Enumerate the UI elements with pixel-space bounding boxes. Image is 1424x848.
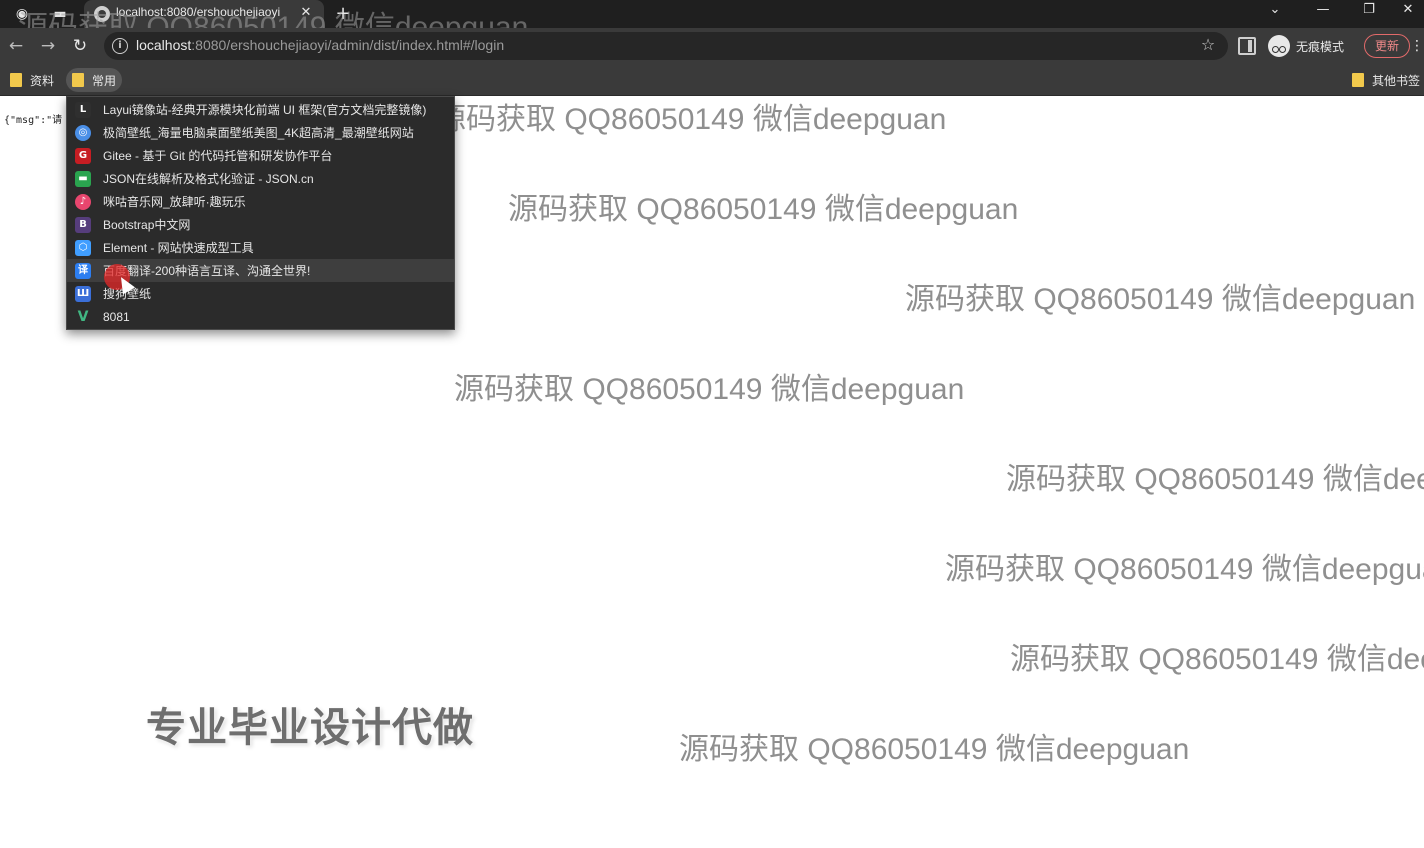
bookmark-label: 其他书签 (1372, 73, 1421, 88)
bookmark-menu-item[interactable]: L Layui镜像站-经典开源模块化前端 UI 框架(官方文档完整镜像) (67, 98, 454, 121)
watermark-text: 源码获取 QQ86050149 微信deepguan (905, 283, 1416, 316)
url-path: :8080/ershouchejiaoyi/admin/dist/index.h… (191, 37, 505, 53)
update-button[interactable]: 更新 (1364, 34, 1410, 58)
bookmark-menu-label: 极简壁纸_海量电脑桌面壁纸美图_4K超高清_最潮壁纸网站 (103, 126, 414, 140)
promo-text: 专业毕业设计代做 (146, 705, 474, 751)
watermark-text: 源码获取 QQ86050149 微信deepguan (454, 373, 965, 406)
bookmark-label: 常用 (92, 73, 117, 88)
bookmark-folder-changyong[interactable]: 常用 (66, 68, 123, 92)
watermark-text: 源码获取 QQ86050149 微信deepguan (436, 103, 947, 136)
forward-button[interactable]: → (36, 34, 60, 58)
bookmark-menu-item[interactable]: ♪ 咪咕音乐网_放肆听·趣玩乐 (67, 190, 454, 213)
incognito-label: 无痕模式 (1296, 39, 1345, 54)
migu-icon: ♪ (75, 193, 91, 210)
watermark-text: 源码获取 QQ86050149 微信deepguan (508, 193, 1019, 226)
bookmark-menu-item[interactable]: G Gitee - 基于 Git 的代码托管和研发协作平台 (67, 144, 454, 167)
bookmark-menu-label: Layui镜像站-经典开源模块化前端 UI 框架(官方文档完整镜像) (103, 103, 427, 117)
window-close-button[interactable]: ✕ (1392, 0, 1424, 28)
element-icon: ⬡ (75, 239, 91, 256)
sogou-wallpaper-icon: Ш (75, 285, 91, 302)
wallpaper-icon: ◎ (75, 124, 91, 141)
url-host: localhost (136, 37, 192, 53)
watermark-text: 源码获取 QQ86050149 微信deepguan (945, 553, 1424, 586)
bookmark-menu-label: JSON在线解析及格式化验证 - JSON.cn (103, 172, 314, 186)
bookmark-menu-item[interactable]: ◎ 极简壁纸_海量电脑桌面壁纸美图_4K超高清_最潮壁纸网站 (67, 121, 454, 144)
bookmark-label: 资料 (30, 73, 55, 88)
bookmark-folder-menu: L Layui镜像站-经典开源模块化前端 UI 框架(官方文档完整镜像) ◎ 极… (66, 96, 455, 330)
folder-icon (1352, 73, 1364, 87)
bookmark-menu-label: Gitee - 基于 Git 的代码托管和研发协作平台 (103, 149, 333, 163)
bootstrap-icon: B (75, 216, 91, 233)
url-text[interactable]: localhost:8080/ershouchejiaoyi/admin/dis… (136, 37, 504, 53)
restore-button[interactable]: ❐ (1346, 0, 1392, 28)
folder-icon (72, 73, 84, 87)
address-bar[interactable]: i localhost:8080/ershouchejiaoyi/admin/d… (104, 32, 1228, 60)
gitee-icon: G (75, 147, 91, 164)
bookmark-star-icon[interactable]: ☆ (1198, 35, 1218, 55)
incognito-indicator[interactable]: 无痕模式 (1268, 33, 1344, 59)
bookmark-folder-other[interactable]: 其他书签 (1346, 68, 1424, 92)
back-button[interactable]: ← (4, 34, 28, 58)
bookmark-menu-label: 咪咕音乐网_放肆听·趣玩乐 (103, 195, 246, 209)
browser-menu-icon[interactable]: ⋮ (1410, 36, 1424, 56)
bookmark-folder-ziliao[interactable]: 资料 (4, 68, 60, 92)
watermark-text: 源码获取 QQ86050149 微信deepguan (1006, 463, 1424, 496)
baidu-translate-icon: 译 (75, 262, 91, 279)
tab-list-dropdown-icon[interactable]: ⌄ (1252, 0, 1298, 28)
json-icon: ▬ (75, 170, 91, 187)
bookmark-menu-label: Element - 网站快速成型工具 (103, 241, 254, 255)
vue-icon: V (77, 308, 89, 325)
minimize-button[interactable]: — (1300, 0, 1346, 28)
bookmark-menu-item[interactable]: ▬ JSON在线解析及格式化验证 - JSON.cn (67, 167, 454, 190)
watermark-text: 源码获取 QQ86050149 微信deepguan (679, 733, 1190, 766)
layui-icon: L (75, 101, 91, 118)
folder-icon (10, 73, 22, 87)
bookmark-menu-item[interactable]: V 8081 (67, 305, 454, 328)
browser-toolbar: ← → ↻ i localhost:8080/ershouchejiaoyi/a… (0, 28, 1424, 64)
watermark-text: 源码获取 QQ86050149 微信deepguan (1010, 643, 1424, 676)
bookmark-menu-label: Bootstrap中文网 (103, 218, 191, 232)
side-panel-icon[interactable] (1238, 37, 1256, 55)
reload-button[interactable]: ↻ (68, 34, 92, 58)
bookmark-menu-item[interactable]: ⬡ Element - 网站快速成型工具 (67, 236, 454, 259)
bookmark-menu-label: 百度翻译-200种语言互译、沟通全世界! (103, 264, 311, 278)
bookmark-menu-label: 8081 (103, 309, 130, 324)
json-response-text: {"msg":"请 (4, 115, 63, 126)
incognito-icon (1268, 35, 1290, 57)
site-info-icon[interactable]: i (112, 38, 128, 54)
bookmarks-bar: 资料 常用 其他书签 (0, 64, 1424, 96)
bookmark-menu-item[interactable]: B Bootstrap中文网 (67, 213, 454, 236)
